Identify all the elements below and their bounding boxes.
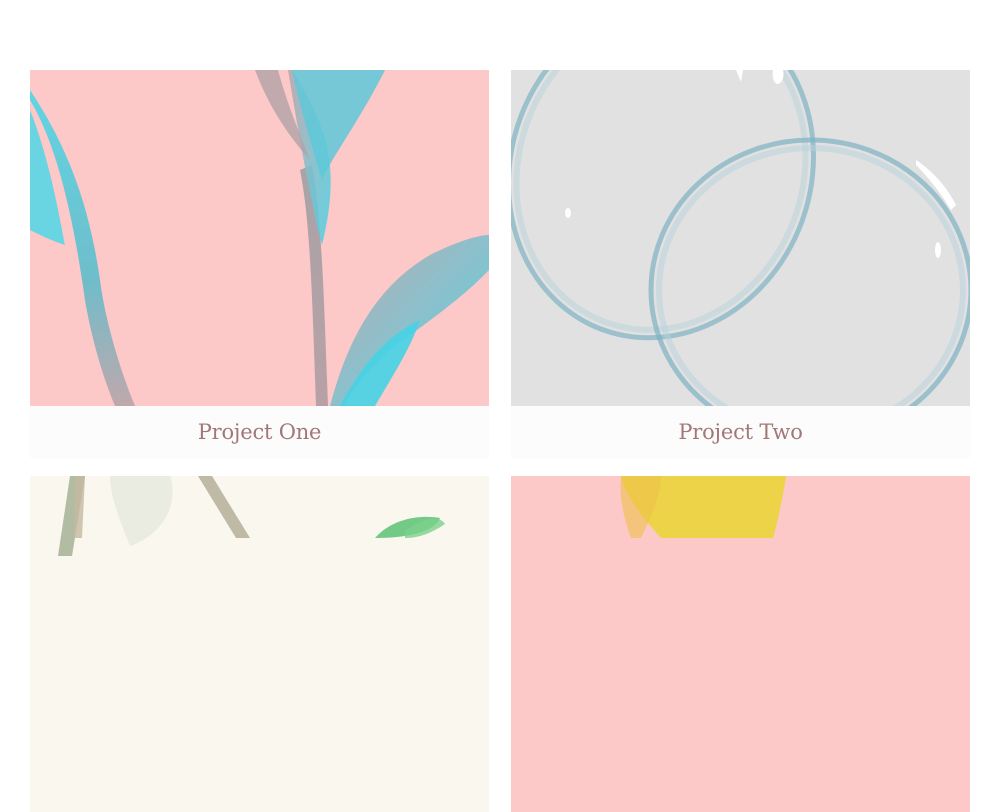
project-one-caption: Project One [30, 406, 489, 458]
project-four-thumbnail[interactable] [511, 476, 970, 812]
project-grid: Project One Project Two [0, 0, 1000, 812]
project-three-thumbnail[interactable] [30, 476, 489, 812]
project-one-thumbnail[interactable] [30, 70, 489, 406]
project-card-three[interactable] [30, 476, 489, 812]
project-one-title[interactable]: Project One [198, 420, 322, 444]
project-two-caption: Project Two [511, 406, 970, 458]
grey-bubbles-artwork [511, 70, 970, 406]
project-card-one[interactable]: Project One [30, 70, 489, 458]
pink-yellow-artwork [511, 476, 970, 812]
project-card-four[interactable] [511, 476, 970, 812]
project-card-two[interactable]: Project Two [511, 70, 970, 458]
project-two-thumbnail[interactable] [511, 70, 970, 406]
project-two-title[interactable]: Project Two [678, 420, 803, 444]
pink-botanical-artwork [30, 70, 489, 406]
cream-green-artwork [30, 476, 489, 812]
